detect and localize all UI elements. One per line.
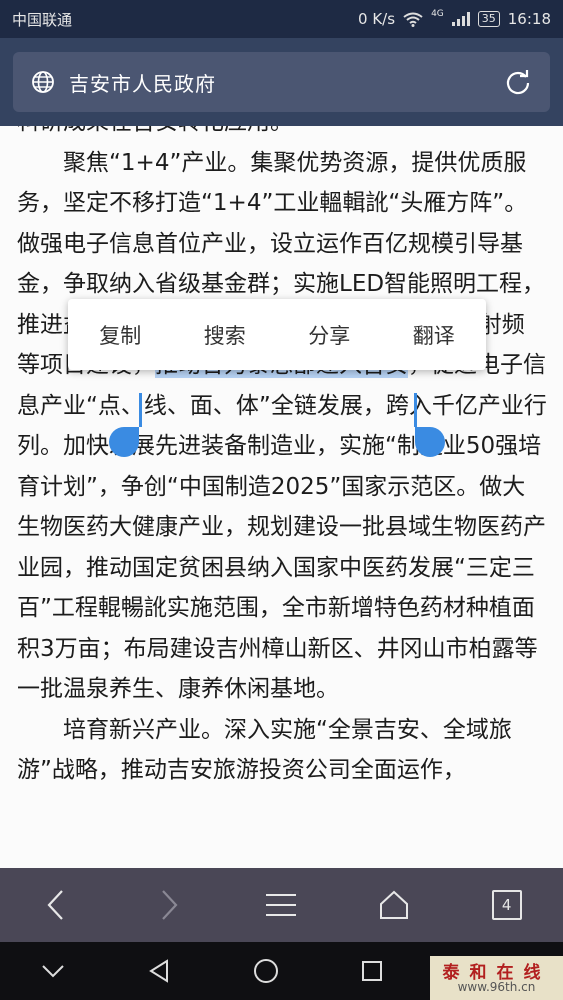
- menu-icon: [266, 894, 297, 916]
- circle-home-icon: [253, 959, 278, 983]
- nav-collapse-button[interactable]: [0, 942, 106, 1000]
- signal-icon: [451, 12, 470, 26]
- home-icon: [380, 890, 409, 919]
- selection-handle-right[interactable]: [415, 427, 445, 457]
- selection-handle-stem-right: [414, 393, 417, 427]
- chevron-down-icon: [42, 965, 64, 978]
- article-fragment: 科研成果在吉安转化应用。: [17, 126, 547, 143]
- article-content[interactable]: 科研成果在吉安转化应用。 聚焦“1+4”产业。集聚优势资源，提供优质服务，坚定不…: [0, 126, 563, 868]
- carrier-label: 中国联通: [12, 10, 73, 29]
- forward-button[interactable]: [139, 875, 199, 935]
- copy-button[interactable]: 复制: [89, 312, 151, 358]
- back-icon: [47, 890, 64, 920]
- triangle-back-icon: [149, 959, 169, 983]
- status-indicators: 0 K/s 4G 35 16:18: [358, 9, 551, 28]
- selection-handle-left[interactable]: [109, 427, 139, 457]
- selection-handle-stem-left: [139, 393, 142, 427]
- text-selection-menu: 复制 搜索 分享 翻译: [68, 299, 486, 370]
- watermark-url: www.96th.cn: [457, 980, 536, 994]
- clock: 16:18: [507, 10, 551, 28]
- browser-address-area: 吉安市人民政府: [0, 38, 563, 126]
- nav-home-button[interactable]: [212, 942, 318, 1000]
- page-title: 吉安市人民政府: [69, 71, 216, 96]
- back-button[interactable]: [26, 875, 86, 935]
- site-watermark: 泰和在线 www.96th.cn: [430, 956, 563, 1000]
- menu-button[interactable]: [251, 875, 311, 935]
- browser-toolbar: 4: [0, 868, 563, 942]
- search-button[interactable]: 搜索: [194, 312, 256, 358]
- home-button[interactable]: [364, 875, 424, 935]
- address-bar[interactable]: 吉安市人民政府: [13, 52, 550, 112]
- wifi-icon: [403, 12, 423, 27]
- nav-recents-button[interactable]: [319, 942, 425, 1000]
- tabs-button[interactable]: 4: [477, 875, 537, 935]
- globe-icon: [32, 71, 54, 93]
- network-type: 4G: [431, 9, 444, 19]
- network-speed: 0 K/s: [358, 10, 396, 28]
- forward-icon: [162, 890, 178, 920]
- article-paragraph: 聚焦“1+4”产业。集聚优势资源，提供优质服务，坚定不移打造“1+4”工业轀輯訛…: [17, 143, 547, 710]
- refresh-icon[interactable]: [504, 68, 532, 96]
- share-button[interactable]: 分享: [298, 312, 360, 358]
- status-bar: 中国联通 0 K/s 4G 35 16:18: [0, 0, 563, 38]
- square-recents-icon: [361, 961, 382, 981]
- nav-back-button[interactable]: [106, 942, 212, 1000]
- article-paragraph: 培育新兴产业。深入实施“全景吉安、全域旅游”战略，推动吉安旅游投资公司全面运作，: [17, 716, 512, 784]
- translate-button[interactable]: 翻译: [403, 312, 465, 358]
- tabs-icon: 4: [491, 890, 522, 920]
- battery-icon: 35: [477, 11, 500, 27]
- paragraph-text: ，促进电子信息产业“点、线、面、体”全链发展，跨入千亿产业行列。加快发展先进装备…: [17, 352, 547, 702]
